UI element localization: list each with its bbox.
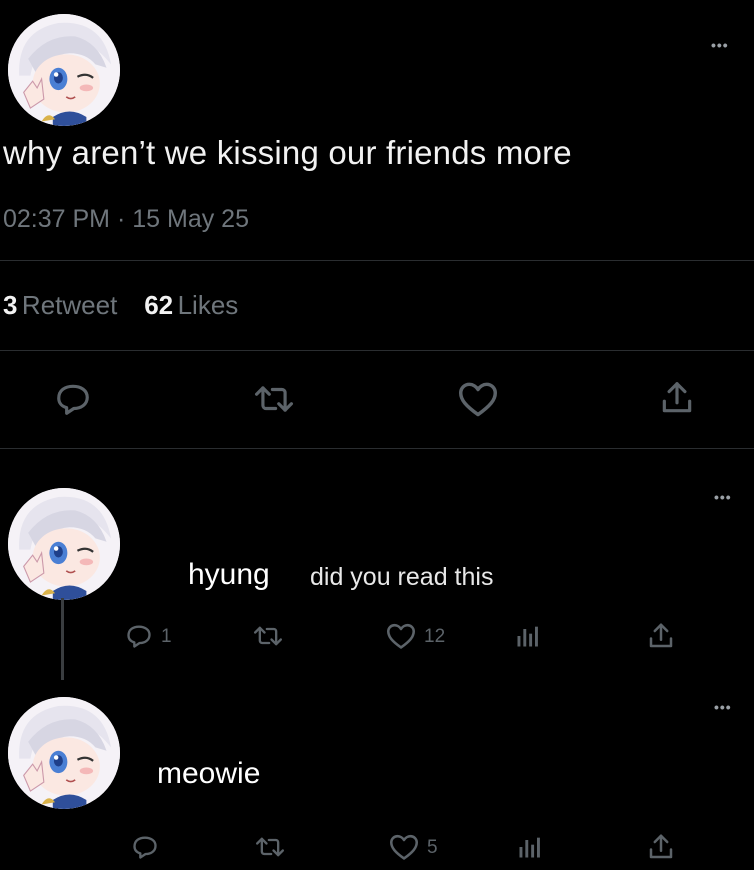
reply1-overlay-name: hyung xyxy=(188,558,270,591)
reply2-like-count: 5 xyxy=(427,837,438,858)
retweet-icon[interactable] xyxy=(251,380,297,418)
avatar-reply1[interactable] xyxy=(8,488,120,600)
retweet-label[interactable]: Retweet xyxy=(22,290,117,320)
share-icon[interactable] xyxy=(646,620,676,652)
retweet-count[interactable]: 3 xyxy=(3,290,17,320)
tweet-text: why aren’t we kissing our friends more xyxy=(3,134,572,171)
reply1-text: did you read this xyxy=(310,563,494,591)
tweet-timestamp[interactable]: 02:37 PM · 15 May 25 xyxy=(3,205,249,234)
likes-count[interactable]: 62 xyxy=(144,290,173,320)
tweet-date: 15 May 25 xyxy=(132,205,249,233)
thread-line xyxy=(61,598,64,680)
avatar-main[interactable] xyxy=(8,14,120,126)
tweet-time: 02:37 PM xyxy=(3,205,111,233)
reply-icon[interactable] xyxy=(124,622,154,650)
anime-avatar-image xyxy=(8,488,120,600)
divider-bottom xyxy=(0,448,754,449)
like-icon[interactable] xyxy=(385,622,417,650)
like-icon[interactable] xyxy=(457,380,499,418)
avatar-reply2[interactable] xyxy=(8,697,120,809)
likes-label[interactable]: Likes xyxy=(178,290,239,320)
share-icon[interactable] xyxy=(658,378,696,418)
analytics-icon[interactable] xyxy=(514,622,542,650)
reply2-overlay-name: meowie xyxy=(157,757,261,790)
tweet-stats: 3 Retweet 62 Likes xyxy=(3,290,238,321)
share-icon[interactable] xyxy=(646,831,676,863)
divider-middle xyxy=(0,350,754,351)
analytics-icon[interactable] xyxy=(516,833,544,861)
more-icon[interactable]: ••• xyxy=(714,700,732,714)
timestamp-separator: · xyxy=(116,205,126,233)
more-icon[interactable]: ••• xyxy=(711,38,729,52)
retweet-icon[interactable] xyxy=(250,622,286,650)
retweet-icon[interactable] xyxy=(252,833,288,861)
reply1-like-count: 12 xyxy=(424,626,446,647)
reply1-reply-count: 1 xyxy=(161,626,172,647)
anime-avatar-image xyxy=(8,697,120,809)
divider-top xyxy=(0,260,754,261)
anime-avatar-image xyxy=(8,14,120,126)
reply-icon[interactable] xyxy=(130,833,160,861)
reply-icon[interactable] xyxy=(53,380,93,418)
more-icon[interactable]: ••• xyxy=(714,490,732,504)
like-icon[interactable] xyxy=(388,833,420,861)
